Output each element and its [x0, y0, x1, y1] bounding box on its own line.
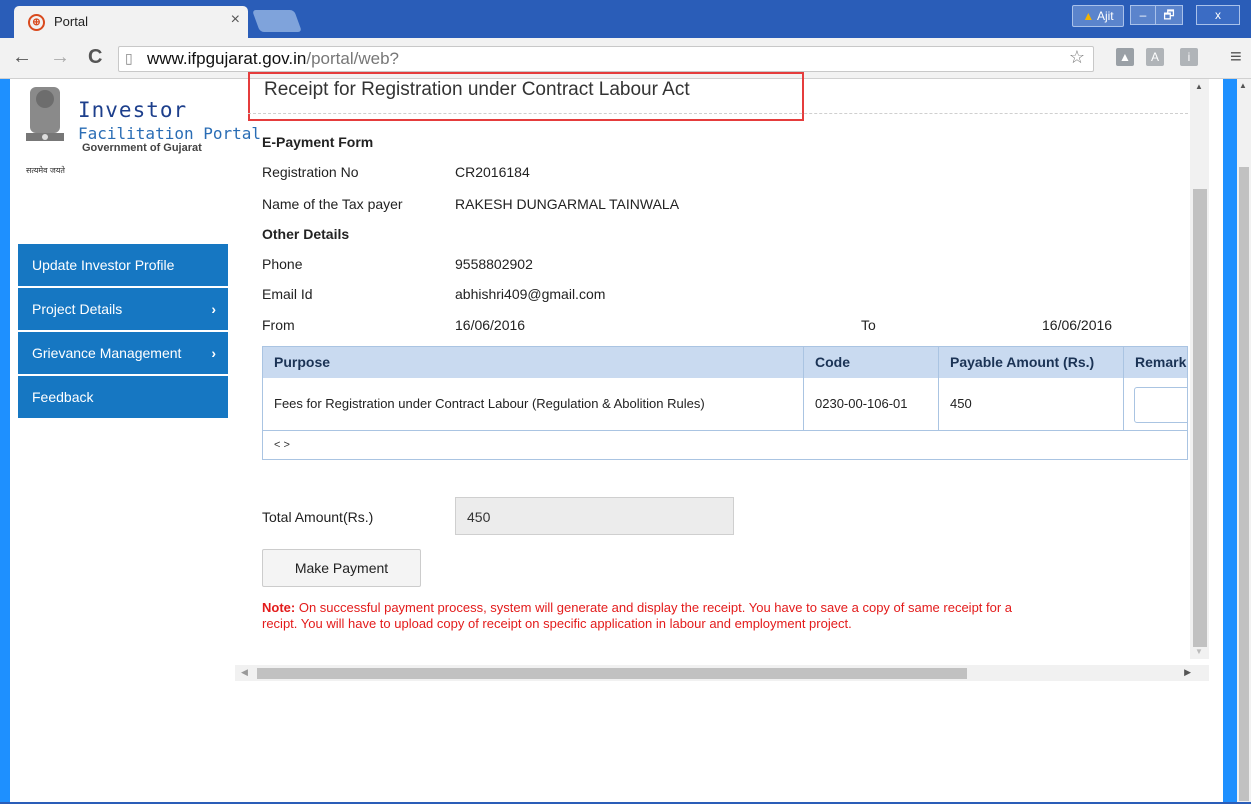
brand-investor: Investor [78, 98, 188, 122]
sidebar-item-label: Feedback [32, 389, 94, 405]
remark-input[interactable] [1134, 387, 1187, 423]
tab-close-icon[interactable]: × [231, 11, 240, 29]
from-date: 16/06/2016 [455, 317, 526, 333]
taxpayer-value: RAKESH DUNGARMAL TAINWALA [455, 196, 680, 212]
tab-title: Portal [54, 14, 88, 29]
phone-label: Phone [262, 256, 303, 272]
column-header-purpose[interactable]: Purpose [263, 347, 804, 378]
scroll-up-icon[interactable]: ▲ [1239, 81, 1247, 90]
note-line2: recipt. You will have to upload copy of … [262, 616, 852, 631]
taxpayer-label: Name of the Tax payer [262, 196, 403, 212]
warning-icon: ▲ [1082, 9, 1095, 23]
drive-icon[interactable]: ▲ [1116, 48, 1134, 66]
note-prefix: Note: [262, 600, 296, 615]
profile-name: Ajit [1096, 9, 1114, 23]
page-scrollbar-thumb[interactable] [1239, 167, 1249, 801]
page-icon: ▯ [125, 50, 133, 66]
total-amount-label: Total Amount(Rs.) [262, 509, 374, 525]
from-label: From [262, 317, 295, 333]
chevron-right-icon: › [211, 345, 216, 361]
brand-government: Government of Gujarat [82, 142, 202, 154]
column-header-code[interactable]: Code [804, 347, 939, 378]
scroll-right-icon[interactable]: ▶ [1184, 667, 1191, 678]
inner-horizontal-thumb[interactable] [257, 668, 967, 679]
reload-icon[interactable]: C [88, 46, 102, 69]
sidebar-item-label: Update Investor Profile [32, 257, 175, 273]
section-other-details: Other Details [262, 226, 350, 242]
inner-horizontal-scrollbar[interactable]: ◀ ▶ [235, 665, 1209, 681]
scroll-up-icon[interactable]: ▲ [1195, 82, 1203, 91]
cell-amount: 450 [939, 378, 1124, 430]
brand-portal: Facilitation Portal [78, 124, 262, 143]
sidebar-item-update-profile[interactable]: Update Investor Profile [18, 244, 228, 288]
url-host: www.ifpgujarat.gov.in [147, 49, 307, 68]
chevron-right-icon: › [211, 301, 216, 317]
address-bar[interactable]: ▯ www.ifpgujarat.gov.in/portal/web? ☆ [118, 46, 1094, 72]
forward-icon[interactable]: → [50, 46, 70, 69]
page-scrollbar[interactable]: ▲ [1237, 79, 1251, 804]
payment-note: Note: On successful payment process, sys… [262, 600, 1188, 632]
new-tab-button[interactable] [251, 10, 303, 32]
bookmark-star-icon[interactable]: ☆ [1069, 47, 1085, 68]
i-icon[interactable]: i [1180, 48, 1198, 66]
fee-table: Purpose Code Payable Amount (Rs.) Remark… [262, 346, 1188, 460]
table-header: Purpose Code Payable Amount (Rs.) Remark [263, 347, 1187, 378]
url-path: /portal/web? [306, 49, 399, 68]
phone-value: 9558802902 [455, 256, 533, 272]
table-row: Fees for Registration under Contract Lab… [263, 378, 1187, 431]
ashoka-emblem-icon [26, 87, 64, 141]
profile-button[interactable]: ▲ Ajit [1072, 5, 1124, 27]
chrome-menu-icon[interactable]: ≡ [1230, 46, 1242, 69]
table-pager[interactable]: < > [274, 439, 290, 451]
sidebar-item-grievance[interactable]: Grievance Management › [18, 332, 228, 376]
cell-purpose: Fees for Registration under Contract Lab… [263, 378, 804, 430]
make-payment-button[interactable]: Make Payment [262, 549, 421, 587]
title-divider [248, 113, 1188, 114]
scroll-left-icon[interactable]: ◀ [241, 667, 248, 678]
left-accent-bar [0, 79, 10, 804]
window-close-button[interactable]: x [1196, 5, 1240, 25]
back-icon[interactable]: ← [12, 46, 32, 69]
email-value: abhishri409@gmail.com [455, 286, 606, 302]
inner-vertical-thumb[interactable] [1193, 189, 1207, 647]
minimize-button[interactable]: – [1130, 5, 1156, 25]
cell-code: 0230-00-106-01 [804, 378, 939, 430]
page-title: Receipt for Registration under Contract … [264, 79, 690, 100]
registration-no-label: Registration No [262, 164, 359, 180]
registration-no-value: CR2016184 [455, 164, 530, 180]
section-epayment-form: E-Payment Form [262, 134, 374, 150]
column-header-remark[interactable]: Remark [1124, 347, 1187, 378]
note-line1: On successful payment process, system wi… [295, 600, 1013, 615]
to-label: To [861, 317, 876, 333]
emblem-motto: सत्यमेव जयते [26, 166, 65, 175]
sidebar-item-project-details[interactable]: Project Details › [18, 288, 228, 332]
sidebar-item-label: Grievance Management [32, 345, 182, 361]
url-text: www.ifpgujarat.gov.in/portal/web? [147, 49, 399, 69]
scroll-down-icon[interactable]: ▼ [1195, 647, 1203, 656]
page-viewport: ▲ Investor Facilitation Portal Governmen… [0, 72, 1251, 804]
browser-tab[interactable]: ⊕ Portal × [14, 6, 248, 38]
portal-favicon-icon: ⊕ [28, 14, 45, 31]
a-icon[interactable]: A [1146, 48, 1164, 66]
email-label: Email Id [262, 286, 313, 302]
maximize-button[interactable]: 🗗 [1155, 5, 1183, 25]
browser-titlebar: ⊕ Portal × ▲ Ajit – 🗗 x [0, 0, 1251, 38]
sidebar-item-feedback[interactable]: Feedback [18, 376, 228, 420]
to-date: 16/06/2016 [1042, 317, 1113, 333]
right-accent-bar [1223, 79, 1237, 804]
total-amount-field[interactable]: 450 [455, 497, 734, 535]
sidebar-item-label: Project Details [32, 301, 123, 317]
column-header-amount[interactable]: Payable Amount (Rs.) [939, 347, 1124, 378]
inner-vertical-scrollbar[interactable]: ▲ ▼ [1190, 79, 1209, 659]
